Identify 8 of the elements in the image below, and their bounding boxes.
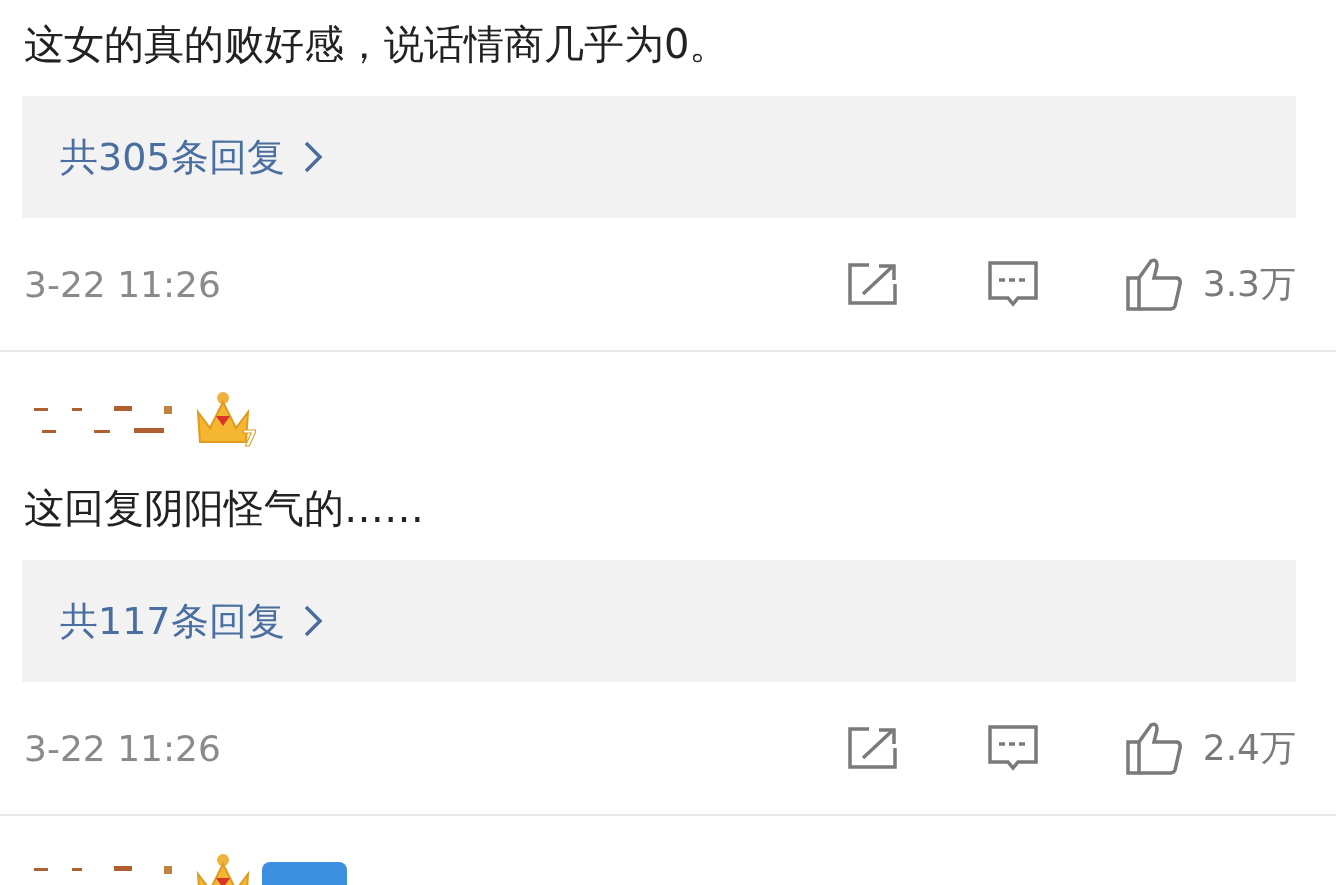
- comment-text: 这女的真的败好感，说话情商几乎为0。: [24, 20, 730, 69]
- replies-link[interactable]: 共305条回复: [22, 96, 1296, 218]
- like-button[interactable]: 2.4万: [1124, 720, 1296, 776]
- comment-time: 3-22 11:26: [24, 727, 222, 769]
- replies-link[interactable]: 共117条回复: [22, 560, 1296, 682]
- like-button[interactable]: 3.3万: [1124, 256, 1296, 312]
- comment-time: 3-22 11:26: [24, 263, 222, 305]
- comment-text: 这回复阴阳怪气的……: [24, 484, 424, 533]
